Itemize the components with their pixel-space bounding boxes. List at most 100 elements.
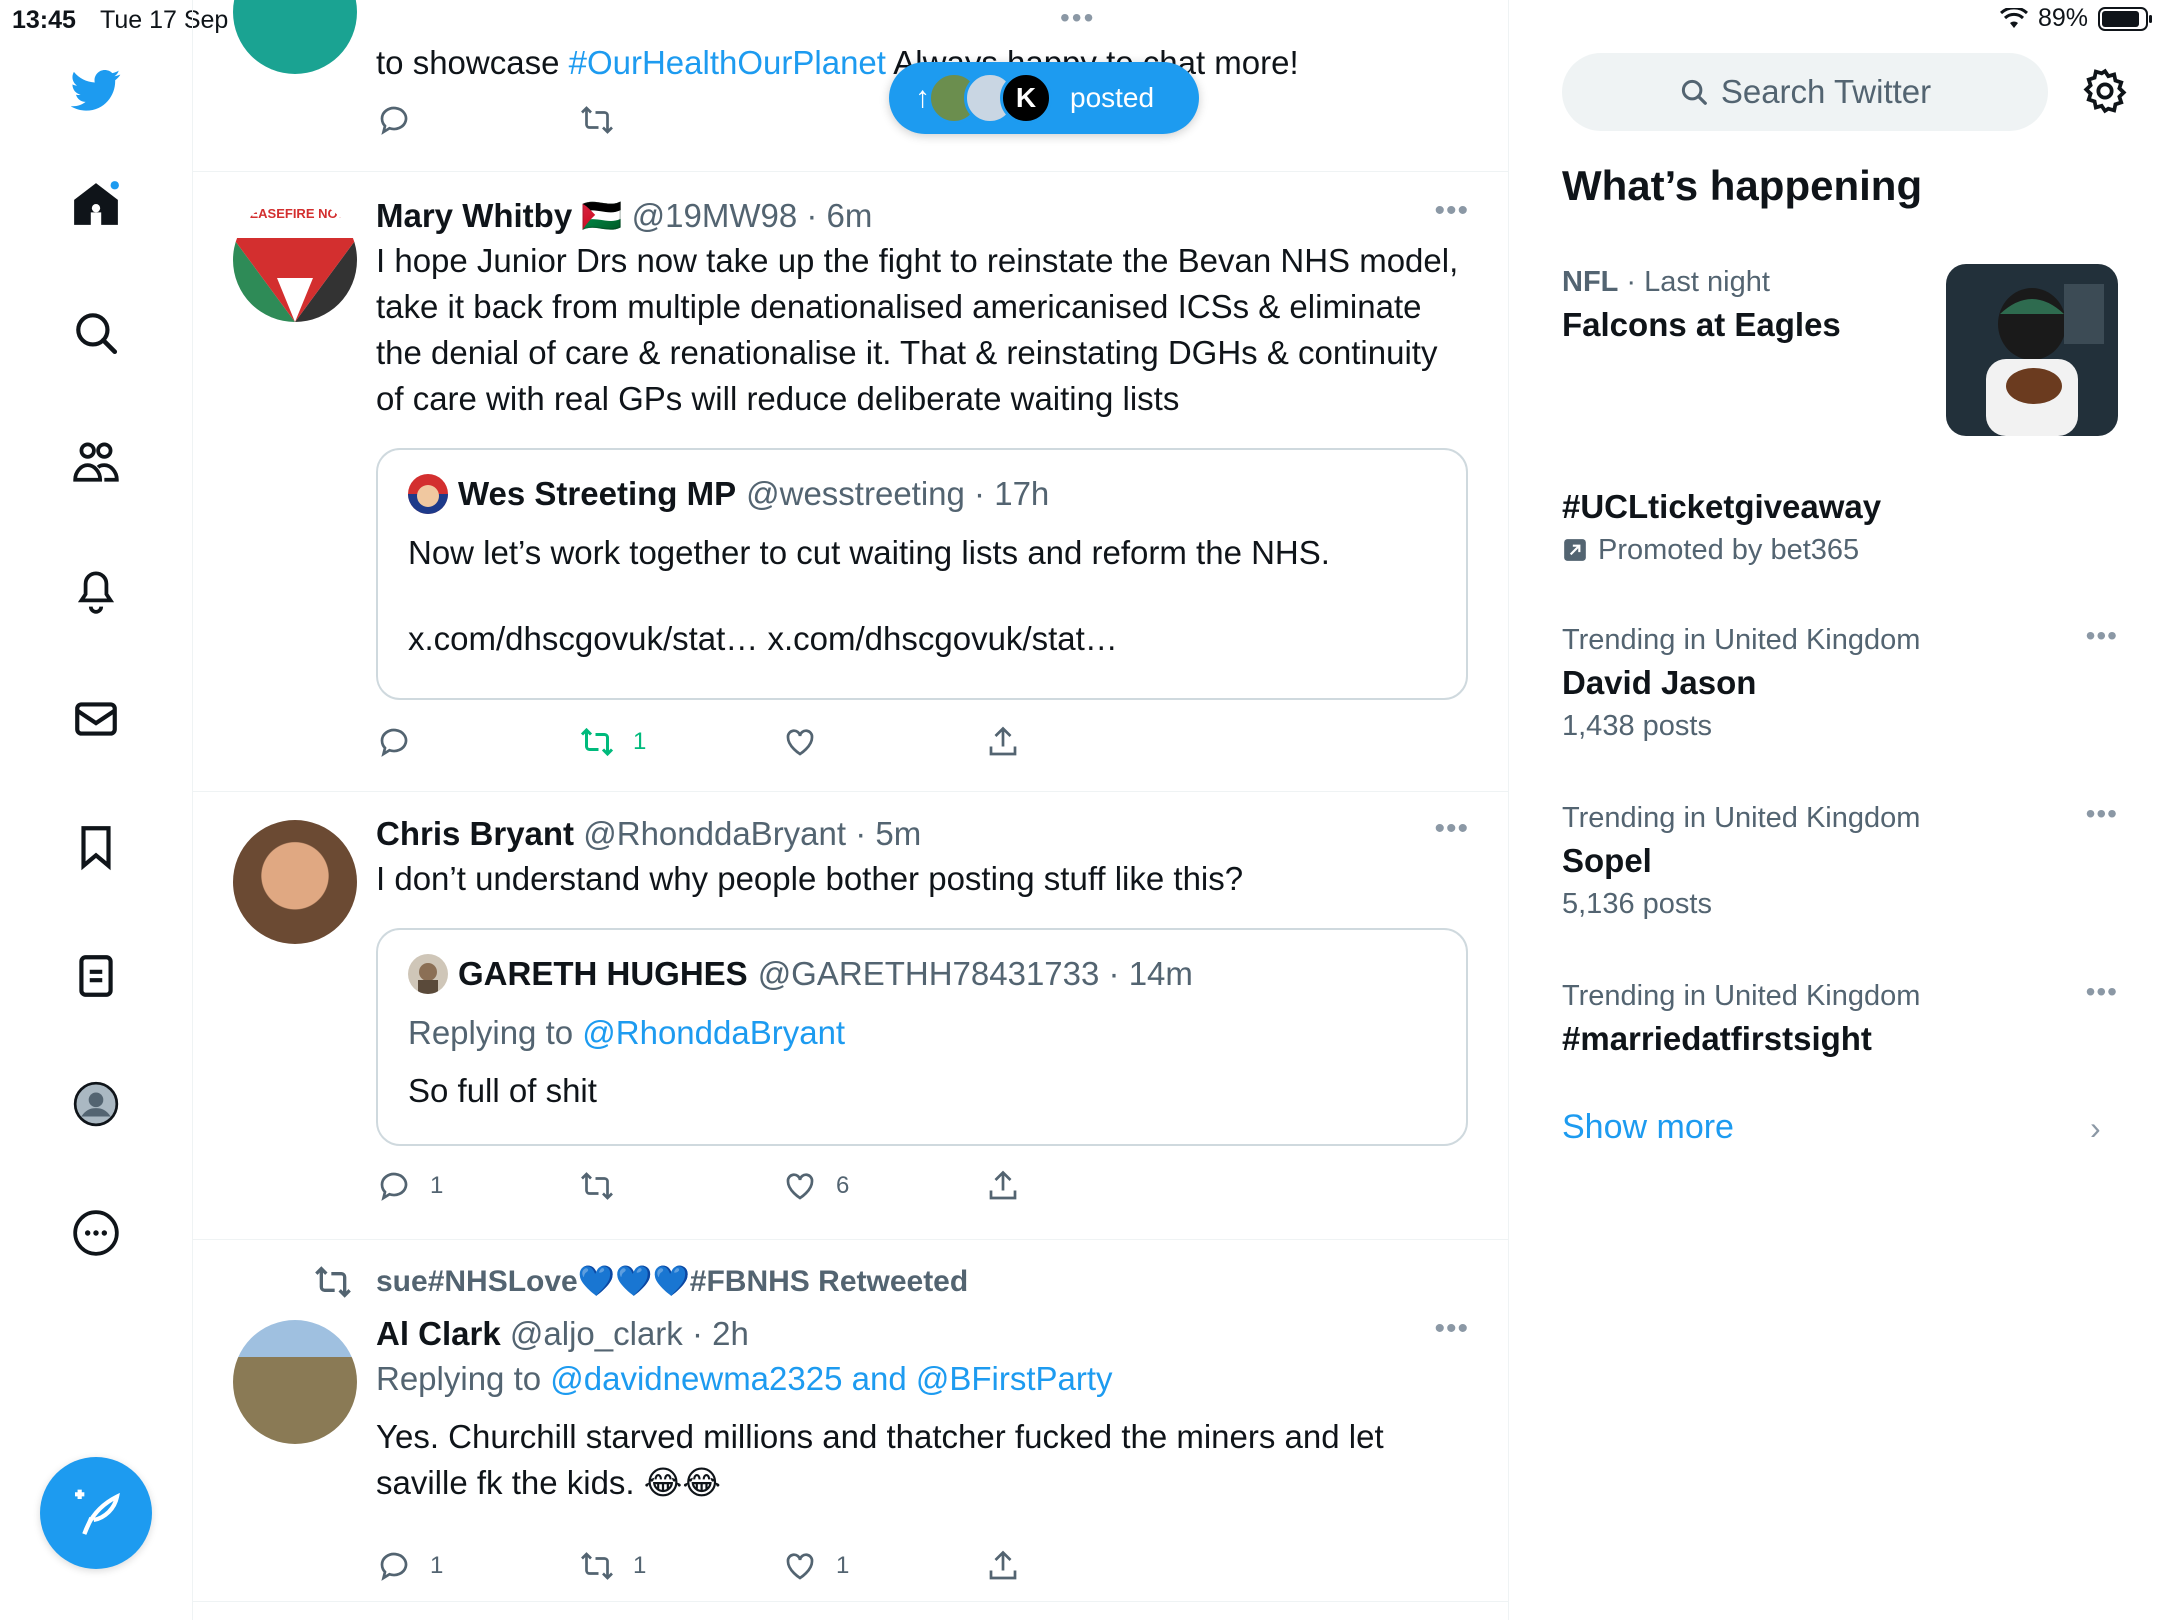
quoted-tweet[interactable]: Wes Streeting MP @wesstreeting · 17h Now… <box>376 448 1468 700</box>
retweet-icon <box>581 1172 613 1200</box>
trend-meta: Trending in United Kingdom <box>1562 980 1921 1012</box>
trend-topic: #marriedatfirstsight <box>1562 1020 1872 1057</box>
retweet-count: 1 <box>633 1552 647 1579</box>
quote-author-name: GARETH HUGHES <box>458 955 748 992</box>
tweet-time[interactable]: 6m <box>827 197 873 234</box>
tweet-more-button[interactable]: ••• <box>1434 1312 1469 1346</box>
right-sidebar: Search Twitter What’s happening NFL · La… <box>1510 0 2160 1620</box>
tweet-text: Yes. Churchill starved millions and that… <box>376 1418 1384 1501</box>
more-icon[interactable] <box>68 1205 124 1261</box>
reply-button[interactable] <box>376 724 579 760</box>
communities-icon[interactable] <box>68 433 124 489</box>
avatar <box>408 954 448 994</box>
tweet[interactable]: CEASEFIRE NOW Mary Whitby 🇵🇸 @19MW98 · 6… <box>193 172 1508 792</box>
author-handle[interactable]: @RhonddaBryant <box>583 815 846 852</box>
tweet[interactable]: sue#NHSLove💙💙💙#FBNHS Retweeted Al Clark … <box>193 1240 1508 1602</box>
gear-icon <box>2083 68 2127 114</box>
author-handle[interactable]: @aljo_clark <box>510 1315 683 1352</box>
left-navigation <box>0 0 193 1620</box>
retweeted-by[interactable]: sue#NHSLove💙💙💙#FBNHS Retweeted <box>376 1264 968 1299</box>
new-posts-pill[interactable]: ↑ K posted <box>889 62 1199 134</box>
reply-button[interactable]: 1 <box>376 1548 579 1584</box>
like-count: 6 <box>836 1172 850 1199</box>
timeline[interactable]: to showcase #OurHealthOurPlanet Always h… <box>193 0 1509 1620</box>
flag-emoji: 🇵🇸 <box>581 197 623 234</box>
trend-more-button[interactable]: ••• <box>2086 798 2118 830</box>
trend-item[interactable]: Trending in United Kingdom David Jason 1… <box>1562 620 2118 746</box>
author-name[interactable]: Al Clark <box>376 1315 501 1352</box>
replying-to: Replying to @davidnewma2325 and @BFirstP… <box>376 1360 1113 1397</box>
retweet-icon <box>581 106 613 134</box>
trend-item[interactable]: Trending in United Kingdom Sopel 5,136 p… <box>1562 798 2118 924</box>
tweet-time[interactable]: 2h <box>712 1315 749 1352</box>
tweet-time[interactable]: 5m <box>875 815 921 852</box>
trend-more-button[interactable]: ••• <box>2086 620 2118 652</box>
avatar[interactable]: CEASEFIRE NOW <box>233 198 357 322</box>
retweet-button[interactable] <box>579 102 782 138</box>
heart-icon <box>786 1173 814 1200</box>
settings-button[interactable] <box>2080 66 2130 116</box>
promoted-icon <box>1564 539 1586 561</box>
quote-links[interactable]: x.com/dhscgovuk/stat… x.com/dhscgovuk/st… <box>408 616 1436 662</box>
tweet-more-button[interactable]: ••• <box>1434 812 1469 846</box>
quoted-tweet[interactable]: GARETH HUGHES @GARETHH78431733 · 14m Rep… <box>376 928 1468 1146</box>
show-more-link[interactable]: Show more <box>1562 1108 1734 1147</box>
quote-author-name: Wes Streeting MP <box>458 475 737 512</box>
trend-topic: #UCLticketgiveaway <box>1562 488 1882 525</box>
reply-icon <box>380 1172 408 1201</box>
avatar[interactable] <box>233 0 357 74</box>
reply-button[interactable] <box>376 102 579 138</box>
like-button[interactable]: 6 <box>782 1168 985 1204</box>
trend-item[interactable]: Trending in United Kingdom #marriedatfir… <box>1562 976 2118 1062</box>
trend-item[interactable]: #UCLticketgiveaway Promoted by bet365 <box>1562 484 2118 570</box>
heart-icon <box>786 729 814 756</box>
author-handle[interactable]: @19MW98 <box>632 197 798 234</box>
trend-topic: David Jason <box>1562 664 1757 701</box>
tweet-more-button[interactable]: ••• <box>1434 194 1469 228</box>
promoted-label: Promoted by bet365 <box>1562 530 2118 570</box>
retweet-button[interactable] <box>579 1168 782 1204</box>
chevron-right-icon[interactable]: › <box>2090 1110 2101 1147</box>
twitter-logo-icon[interactable] <box>68 62 124 118</box>
trend-more-button[interactable]: ••• <box>2086 976 2118 1008</box>
home-icon[interactable] <box>68 176 124 232</box>
author-name[interactable]: Chris Bryant <box>376 815 574 852</box>
compose-button[interactable] <box>40 1457 152 1569</box>
trend-meta: Trending in United Kingdom <box>1562 802 1921 834</box>
search-placeholder: Search Twitter <box>1720 73 1932 110</box>
trend-count: 5,136 posts <box>1562 888 1712 920</box>
search-icon[interactable] <box>68 305 124 361</box>
trend-item[interactable]: NFL · Last night Falcons at Eagles <box>1562 262 1942 348</box>
author-name[interactable]: Mary Whitby <box>376 197 572 234</box>
search-input[interactable]: Search Twitter <box>1562 53 2048 131</box>
avatar[interactable] <box>233 820 357 944</box>
share-button[interactable] <box>985 1168 1188 1204</box>
whats-happening-title: What’s happening <box>1562 162 1923 209</box>
notifications-icon[interactable] <box>68 562 124 618</box>
hashtag-link[interactable]: #OurHealthOurPlanet <box>569 44 886 81</box>
tweet-body: Mary Whitby 🇵🇸 @19MW98 · 6m I hope Junio… <box>376 194 1469 422</box>
like-button[interactable]: 1 <box>782 1548 985 1584</box>
bookmarks-icon[interactable] <box>68 819 124 875</box>
reply-count: 1 <box>430 1552 444 1579</box>
like-button[interactable] <box>782 724 985 760</box>
avatar: K <box>1000 72 1052 124</box>
new-posts-label: posted <box>1070 82 1155 113</box>
tweet-header: Chris Bryant @RhonddaBryant · 5m <box>376 815 922 852</box>
share-button[interactable] <box>985 1548 1188 1584</box>
tweet[interactable]: Chris Bryant @RhonddaBryant · 5m I don’t… <box>193 792 1508 1240</box>
quote-header: GARETH HUGHES @GARETHH78431733 · 14m <box>408 952 1436 996</box>
trend-image[interactable] <box>1946 264 2118 436</box>
reply-button[interactable]: 1 <box>376 1168 579 1204</box>
profile-icon[interactable] <box>68 1076 124 1132</box>
trend-meta: Trending in United Kingdom <box>1562 624 1921 656</box>
retweet-button[interactable]: 1 <box>579 724 782 760</box>
tweet-partial[interactable]: to showcase #OurHealthOurPlanet Always h… <box>193 0 1508 172</box>
messages-icon[interactable] <box>68 691 124 747</box>
retweet-button[interactable]: 1 <box>579 1548 782 1584</box>
avatar[interactable] <box>233 1320 357 1444</box>
search-icon <box>1681 79 1707 105</box>
lists-icon[interactable] <box>68 948 124 1004</box>
share-icon <box>989 726 1017 756</box>
share-button[interactable] <box>985 724 1188 760</box>
